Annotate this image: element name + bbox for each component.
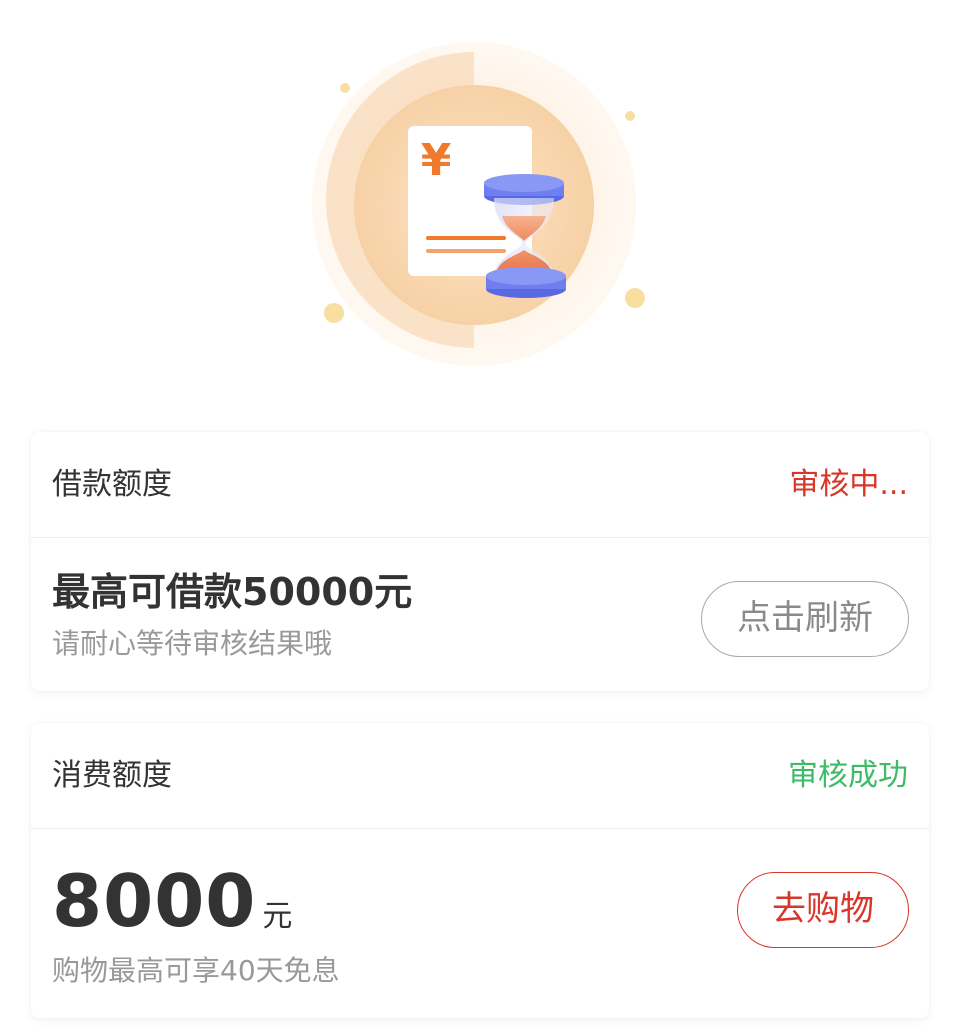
review-status-page: ¥ 借款额度 审核中... 最高可借款50000元 请耐心等待审核结果哦 点击刷… (0, 0, 960, 1029)
loan-status-badge: 审核中... (789, 467, 908, 502)
loan-max-amount-text: 最高可借款50000元 (52, 570, 413, 614)
consume-card-header: 消费额度 审核成功 (31, 723, 929, 829)
consume-amount-row: 8000 元 (52, 861, 292, 961)
sparkle-dot (625, 288, 645, 308)
consume-limit-card: 消费额度 审核成功 8000 元 购物最高可享40天免息 去购物 (31, 723, 929, 1018)
loan-limit-card: 借款额度 审核中... 最高可借款50000元 请耐心等待审核结果哦 点击刷新 (31, 432, 929, 691)
consume-card-title: 消费额度 (52, 758, 172, 793)
sparkle-dot (324, 303, 344, 323)
interest-free-hint: 购物最高可享40天免息 (52, 954, 340, 987)
loan-card-header: 借款额度 审核中... (31, 432, 929, 538)
review-illustration: ¥ (312, 42, 645, 366)
consume-amount-unit: 元 (262, 899, 293, 934)
loan-card-title: 借款额度 (52, 467, 172, 502)
consume-status-badge: 审核成功 (788, 758, 908, 793)
yen-symbol: ¥ (421, 135, 452, 186)
consume-amount-value: 8000 (52, 859, 257, 943)
sparkle-dot (625, 111, 635, 121)
refresh-button[interactable]: 点击刷新 (701, 581, 909, 657)
go-shopping-button[interactable]: 去购物 (737, 872, 909, 948)
loan-wait-hint: 请耐心等待审核结果哦 (52, 627, 333, 660)
sparkle-dot (340, 83, 350, 93)
